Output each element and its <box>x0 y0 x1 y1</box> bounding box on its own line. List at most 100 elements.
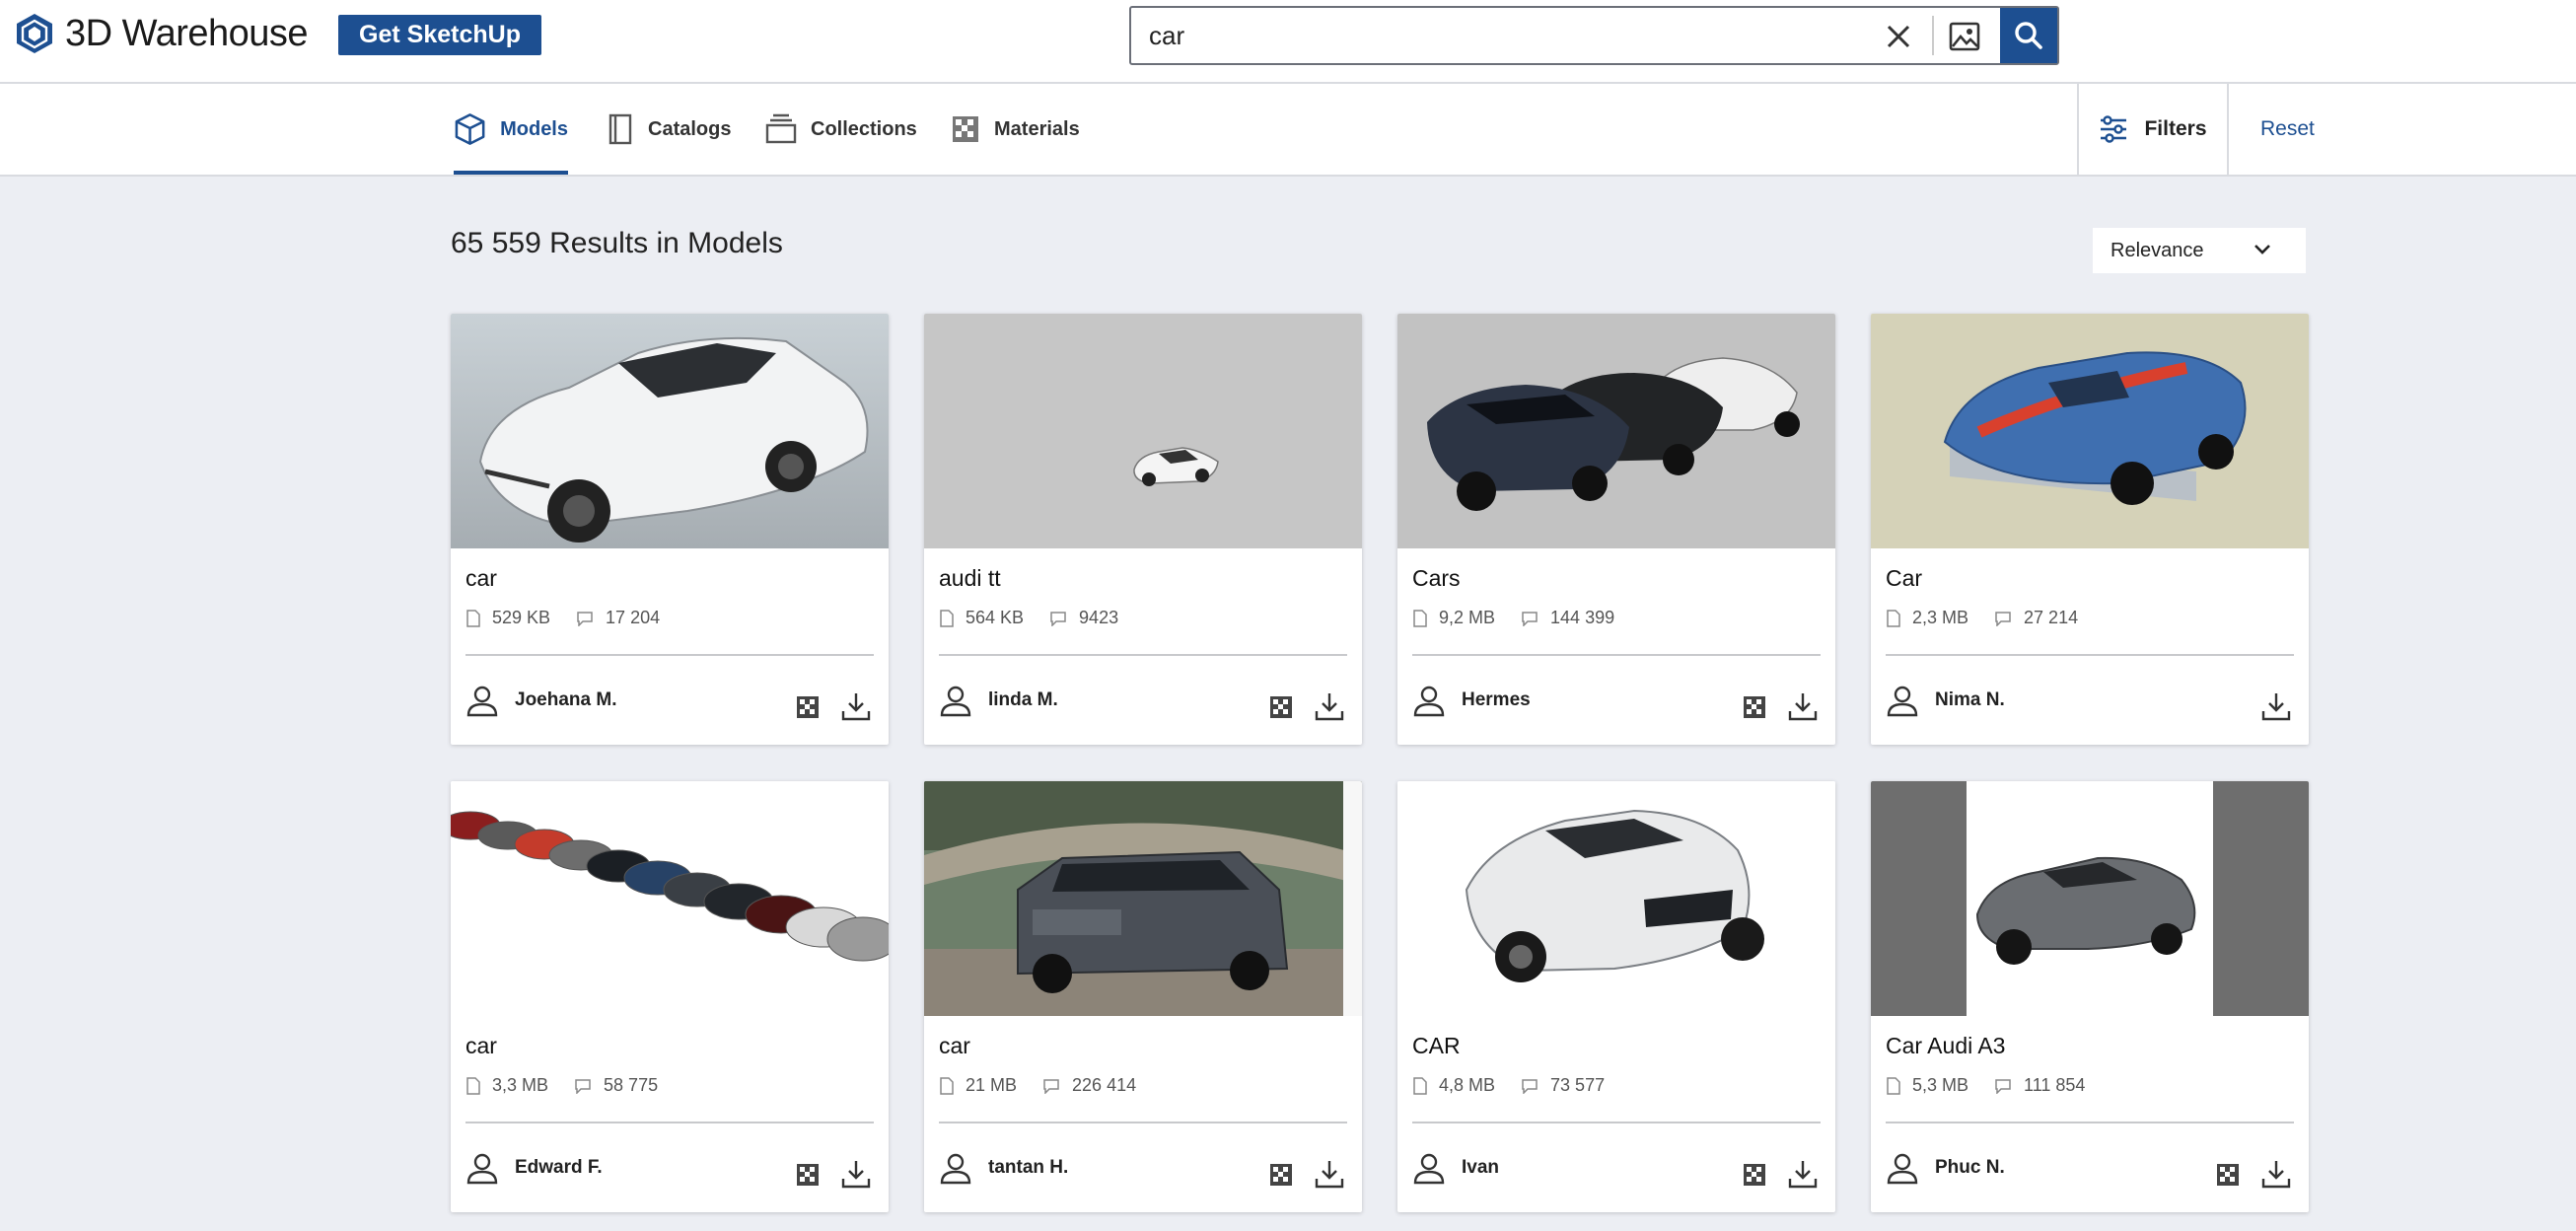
user-icon <box>466 686 498 717</box>
model-thumbnail[interactable] <box>1397 314 1835 548</box>
tab-label: Catalogs <box>648 117 732 140</box>
author[interactable]: Joehana M. <box>465 684 616 717</box>
download-icon[interactable] <box>1314 690 1345 722</box>
search-icon <box>2015 22 2042 49</box>
download-icon[interactable] <box>840 690 872 722</box>
model-meta: 564 KB 9423 <box>940 608 1118 628</box>
model-meta: 3,3 MB 58 775 <box>466 1075 658 1096</box>
download-icon[interactable] <box>840 1158 872 1190</box>
get-sketchup-button[interactable]: Get SketchUp <box>338 15 541 55</box>
file-icon <box>940 1076 954 1095</box>
model-card[interactable]: car 3,3 MB 58 775 Edward F. <box>451 781 889 1212</box>
model-card[interactable]: CAR 4,8 MB 73 577 Ivan <box>1397 781 1835 1212</box>
model-title[interactable]: car <box>465 1033 497 1059</box>
materials-icon[interactable] <box>1743 695 1766 719</box>
download-count: 226 414 <box>1072 1075 1137 1095</box>
user-icon <box>1887 686 1918 717</box>
clear-icon[interactable] <box>1883 21 1914 52</box>
model-title[interactable]: car <box>465 565 497 592</box>
tab-collections[interactable]: Collections <box>765 84 917 175</box>
file-size: 3,3 MB <box>492 1075 549 1095</box>
materials-icon[interactable] <box>796 695 820 719</box>
file-icon <box>466 609 480 627</box>
download-count: 144 399 <box>1550 608 1615 627</box>
model-card[interactable]: audi tt 564 KB 9423 linda M. <box>924 314 1362 745</box>
model-card[interactable]: Cars 9,2 MB 144 399 Hermes <box>1397 314 1835 745</box>
model-thumbnail[interactable] <box>924 781 1362 1016</box>
model-title[interactable]: Car <box>1886 565 1922 592</box>
top-header: 3D Warehouse Get SketchUp <box>0 0 2576 84</box>
model-meta: 21 MB 226 414 <box>940 1075 1136 1096</box>
materials-icon[interactable] <box>2216 1163 2240 1187</box>
catalog-icon <box>608 113 632 145</box>
search-button[interactable] <box>2000 8 2057 63</box>
user-icon <box>1413 686 1445 717</box>
author-name: Joehana M. <box>515 689 617 710</box>
model-card[interactable]: car 21 MB 226 414 tantan H. <box>924 781 1362 1212</box>
model-thumbnail[interactable] <box>451 781 889 1016</box>
download-icon[interactable] <box>2260 1158 2292 1190</box>
author[interactable]: tantan H. <box>939 1151 1068 1185</box>
tab-models[interactable]: Models <box>454 84 568 175</box>
search-divider <box>1932 16 1934 55</box>
search-input[interactable] <box>1149 8 1898 63</box>
model-thumbnail[interactable] <box>1871 314 2309 548</box>
model-title[interactable]: Car Audi A3 <box>1886 1033 2005 1059</box>
tab-label: Models <box>500 117 568 140</box>
downloads-icon <box>1043 1078 1059 1094</box>
tab-catalogs[interactable]: Catalogs <box>607 84 731 175</box>
materials-icon[interactable] <box>1269 1163 1293 1187</box>
filters-button[interactable]: Filters <box>2077 84 2229 175</box>
search-box <box>1129 6 2059 65</box>
download-count: 27 214 <box>2024 608 2079 627</box>
materials-icon <box>953 116 978 142</box>
author-name: linda M. <box>988 689 1058 710</box>
download-icon[interactable] <box>2260 690 2292 722</box>
tab-label: Materials <box>994 117 1080 140</box>
file-icon <box>1413 1076 1427 1095</box>
materials-icon[interactable] <box>1269 695 1293 719</box>
author[interactable]: Hermes <box>1412 684 1531 717</box>
logo-text: 3D Warehouse <box>65 12 309 54</box>
image-search-icon[interactable] <box>1948 20 1981 53</box>
model-thumbnail[interactable] <box>924 314 1362 548</box>
model-meta: 5,3 MB 111 854 <box>1887 1075 2085 1096</box>
reset-link[interactable]: Reset <box>2260 84 2315 175</box>
card-divider <box>939 1122 1347 1123</box>
model-thumbnail[interactable] <box>1871 781 2309 1016</box>
card-divider <box>1412 654 1821 656</box>
download-icon[interactable] <box>1787 1158 1819 1190</box>
author[interactable]: Ivan <box>1412 1151 1499 1185</box>
downloads-icon <box>577 611 593 626</box>
author[interactable]: Nima N. <box>1886 684 2005 717</box>
downloads-icon <box>1995 611 2011 626</box>
model-thumbnail[interactable] <box>451 314 889 548</box>
model-card[interactable]: car 529 KB 17 204 Joehana M. <box>451 314 889 745</box>
model-title[interactable]: audi tt <box>939 565 1001 592</box>
model-thumbnail[interactable] <box>1397 781 1835 1016</box>
download-icon[interactable] <box>1787 690 1819 722</box>
download-icon[interactable] <box>1314 1158 1345 1190</box>
model-card[interactable]: Car Audi A3 5,3 MB 111 854 Phuc N. <box>1871 781 2309 1212</box>
author[interactable]: Phuc N. <box>1886 1151 2005 1185</box>
tab-bar: Models Catalogs Collections Materials Fi… <box>0 84 2576 177</box>
downloads-icon <box>1050 611 1066 626</box>
author[interactable]: linda M. <box>939 684 1058 717</box>
materials-icon[interactable] <box>796 1163 820 1187</box>
file-size: 564 KB <box>966 608 1025 627</box>
model-card[interactable]: Car 2,3 MB 27 214 Nima N. <box>1871 314 2309 745</box>
card-divider <box>1886 654 2294 656</box>
model-title[interactable]: Cars <box>1412 565 1461 592</box>
file-size: 21 MB <box>966 1075 1018 1095</box>
materials-icon[interactable] <box>1743 1163 1766 1187</box>
sort-select[interactable]: Relevance <box>2093 228 2306 273</box>
model-title[interactable]: car <box>939 1033 970 1059</box>
author-name: Ivan <box>1462 1157 1500 1178</box>
file-icon <box>1887 609 1900 627</box>
author[interactable]: Edward F. <box>465 1151 603 1185</box>
download-count: 17 204 <box>606 608 661 627</box>
download-count: 9423 <box>1079 608 1119 627</box>
logo[interactable]: 3D Warehouse <box>14 12 309 55</box>
tab-materials[interactable]: Materials <box>951 84 1080 175</box>
model-title[interactable]: CAR <box>1412 1033 1461 1059</box>
